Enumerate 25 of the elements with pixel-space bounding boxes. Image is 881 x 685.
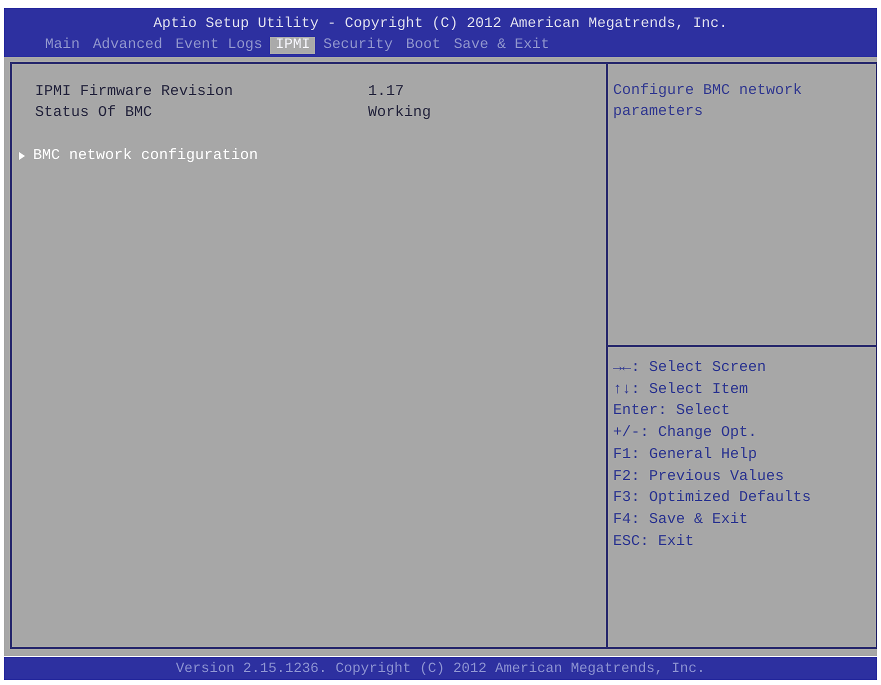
setting-value: 1.17 [368, 82, 404, 102]
menu-tab[interactable]: Event Logs [170, 37, 268, 54]
key-hint: Enter: Select [613, 401, 732, 422]
key-hint: +/-: Change Opt. [613, 423, 758, 444]
key-hint: →←: Select Screen [613, 358, 768, 378]
version-text: Version 2.15.1236. Copyright (C) 2012 American Megatrends, Inc. [176, 660, 706, 676]
submenu-item[interactable]: BMC network configuration [33, 145, 258, 166]
key-hint: ESC: Exit [613, 532, 696, 552]
help-text: Configure BMC network parameters [613, 81, 804, 122]
key-hint: F1: General Help [613, 444, 758, 465]
key-hint: F3: Optimized Defaults [613, 488, 812, 508]
menu-tab[interactable]: Main [40, 37, 85, 54]
key-hint: F2: Previous Values [613, 466, 786, 487]
key-hint: ↑↓: Select Item [613, 380, 750, 400]
submenu-arrow-icon [19, 152, 25, 160]
window-title: Aptio Setup Utility - Copyright (C) 2012 American Megatrends, Inc. [153, 15, 728, 33]
key-hint: F4: Save & Exit [613, 510, 750, 530]
menu-tab[interactable]: IPMI [270, 37, 316, 54]
menu-tab[interactable]: Save & Exit [448, 37, 554, 54]
setting-label: Status Of BMC [35, 103, 154, 123]
menu-tab[interactable]: Boot [400, 37, 446, 54]
setting-label: IPMI Firmware Revision [35, 82, 234, 102]
menu-tab[interactable]: Advanced [88, 37, 168, 54]
setting-value: Working [368, 103, 432, 123]
menu-tab[interactable]: Security [318, 37, 398, 54]
